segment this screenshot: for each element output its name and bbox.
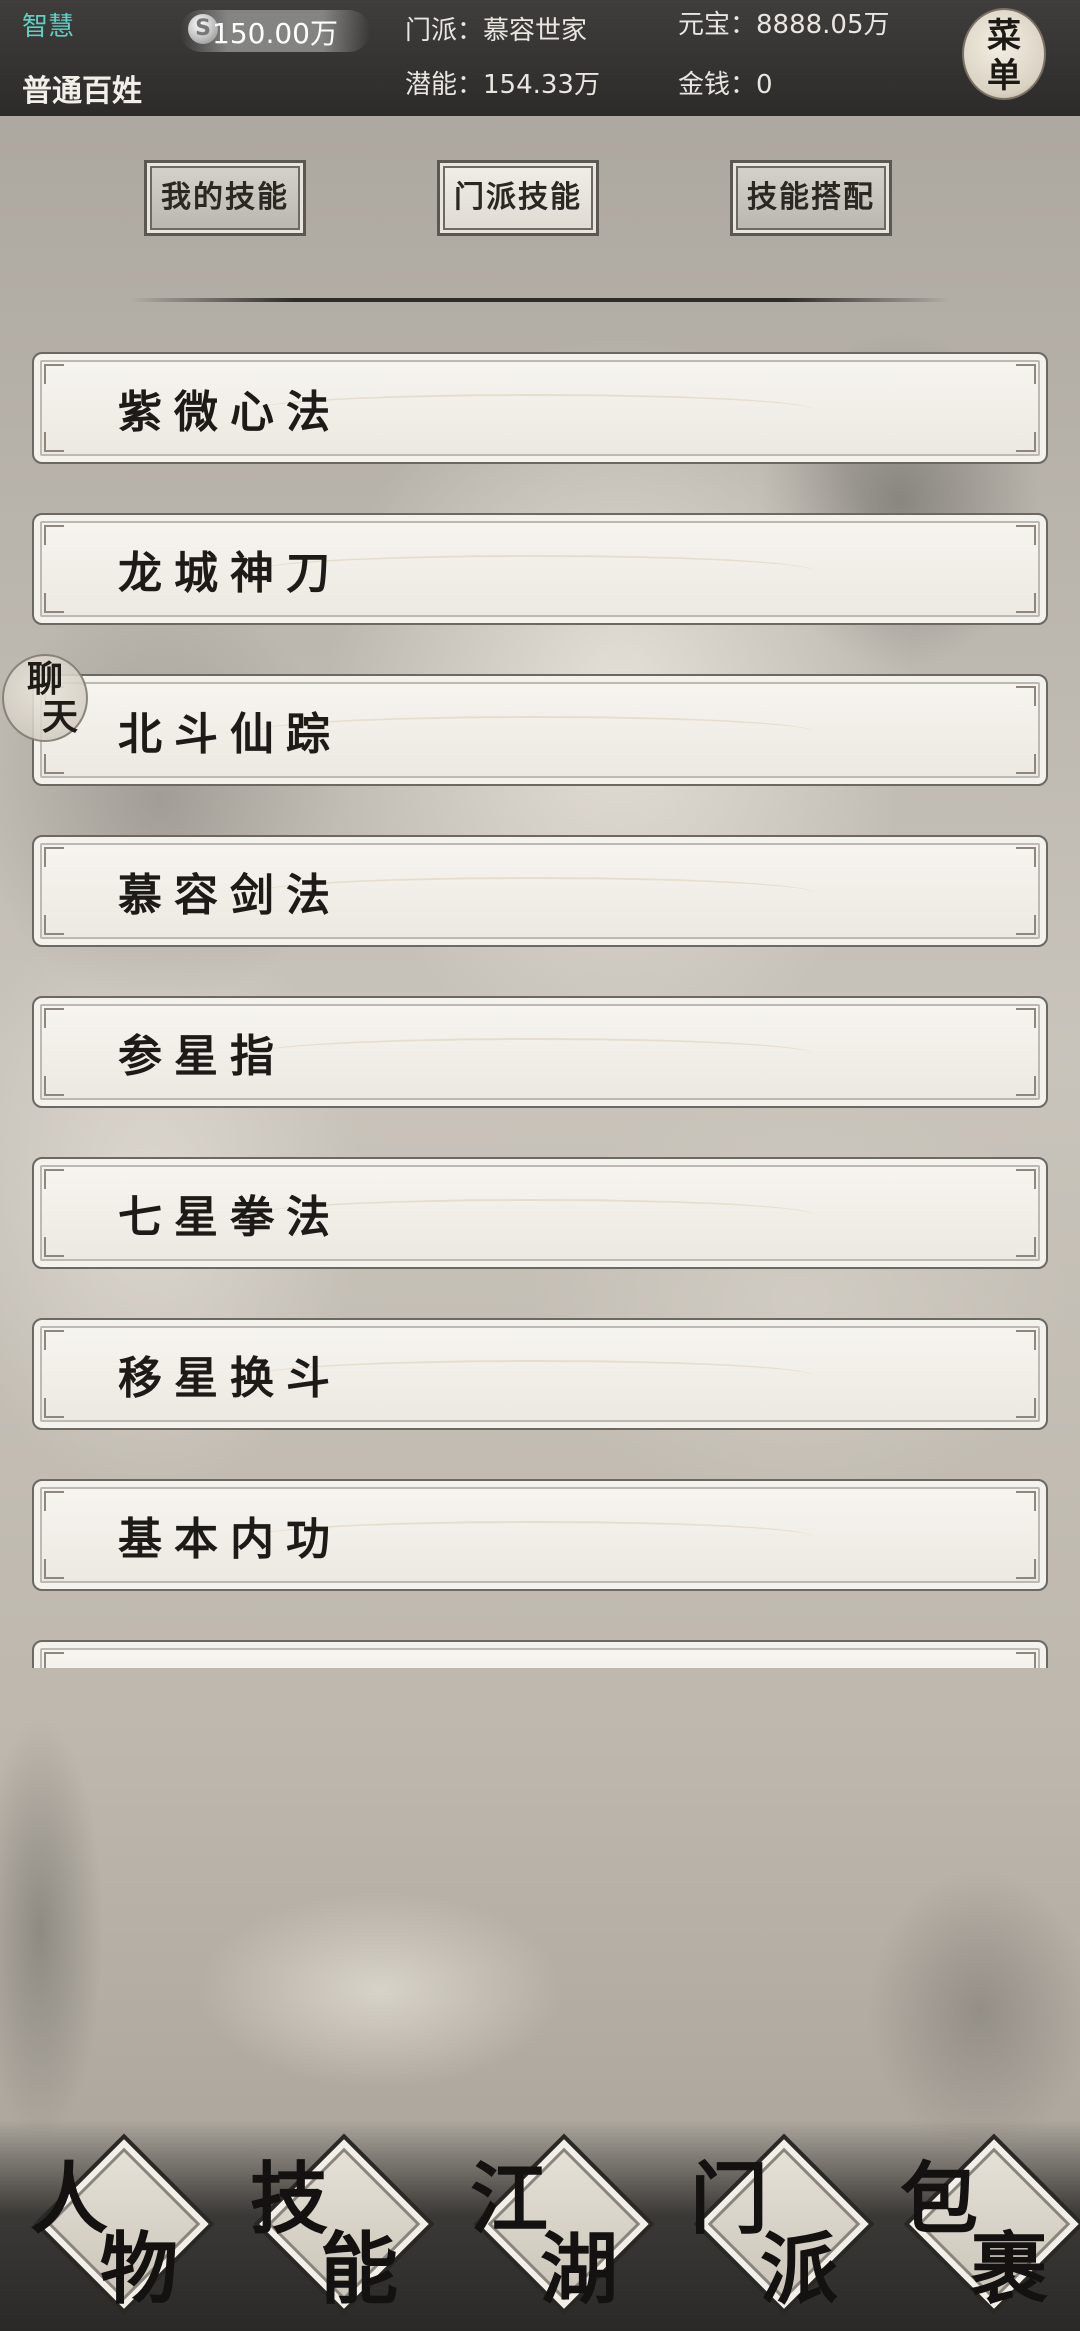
menu-label-2: 单 bbox=[987, 56, 1021, 96]
wisdom-label[interactable]: 智慧 bbox=[22, 6, 74, 43]
status-bar: 智慧 普通百姓 S 150.00万 门派：慕容世家 潜能：154.33万 元宝：… bbox=[0, 0, 1080, 116]
skill-item[interactable]: 慕容剑法 bbox=[32, 835, 1048, 947]
menu-button[interactable]: 菜 单 bbox=[962, 8, 1046, 100]
chat-label-1: 聊 bbox=[26, 658, 63, 700]
skill-item[interactable]: 紫微心法 bbox=[32, 352, 1048, 464]
potential-info: 潜能：154.33万 bbox=[405, 70, 600, 100]
nav-label-1: 人 bbox=[30, 2154, 109, 2245]
nav-label-1: 门 bbox=[690, 2154, 769, 2245]
skill-list[interactable]: 紫微心法 龙城神刀 北斗仙踪 慕容剑法 参星指 七星拳法 移星换斗 基本内功 bbox=[0, 340, 1080, 1668]
nav-label-1: 技 bbox=[250, 2154, 329, 2245]
tab-divider bbox=[130, 298, 950, 302]
menu-label-1: 菜 bbox=[987, 16, 1021, 56]
nav-jianghu[interactable]: 江 湖 bbox=[450, 2120, 655, 2320]
skill-name: 基本内功 bbox=[118, 1514, 342, 1565]
skill-name: 北斗仙踪 bbox=[118, 709, 342, 760]
silver-value: 150.00万 bbox=[212, 17, 338, 50]
skill-item[interactable]: 北斗仙踪 bbox=[32, 674, 1048, 786]
skill-item[interactable]: 七星拳法 bbox=[32, 1157, 1048, 1269]
nav-character[interactable]: 人 物 bbox=[10, 2120, 215, 2320]
nav-label-1: 江 bbox=[470, 2154, 549, 2245]
nav-label-2: 湖 bbox=[540, 2224, 619, 2315]
skill-name: 紫微心法 bbox=[118, 387, 342, 438]
chat-button[interactable]: 聊 天 bbox=[2, 654, 88, 742]
skill-item[interactable]: 龙城神刀 bbox=[32, 513, 1048, 625]
skill-name: 参星指 bbox=[118, 1031, 286, 1082]
nav-label-1: 包 bbox=[900, 2154, 979, 2245]
rank-title: 普通百姓 bbox=[22, 74, 142, 109]
skill-item[interactable]: 基本内功 bbox=[32, 1479, 1048, 1591]
skill-item[interactable] bbox=[32, 1640, 1048, 1668]
background-scenery bbox=[0, 1670, 1080, 2170]
money-info: 金钱：0 bbox=[678, 70, 773, 100]
tab-my-skills[interactable]: 我的技能 bbox=[144, 160, 306, 236]
skill-item[interactable]: 参星指 bbox=[32, 996, 1048, 1108]
nav-inventory[interactable]: 包 裹 bbox=[880, 2120, 1080, 2320]
nav-sect[interactable]: 门 派 bbox=[670, 2120, 875, 2320]
sect-info: 门派：慕容世家 bbox=[405, 16, 588, 46]
nav-skills[interactable]: 技 能 bbox=[230, 2120, 435, 2320]
tab-skill-combo[interactable]: 技能搭配 bbox=[730, 160, 892, 236]
nav-label-2: 派 bbox=[760, 2224, 839, 2315]
skill-name: 慕容剑法 bbox=[118, 870, 342, 921]
nav-label-2: 物 bbox=[100, 2224, 179, 2315]
skill-item[interactable]: 移星换斗 bbox=[32, 1318, 1048, 1430]
yuanbao-info: 元宝：8888.05万 bbox=[678, 10, 890, 40]
skill-name: 龙城神刀 bbox=[118, 548, 342, 599]
skill-name: 移星换斗 bbox=[118, 1353, 342, 1404]
nav-label-2: 裹 bbox=[970, 2224, 1049, 2315]
skill-name: 七星拳法 bbox=[118, 1192, 342, 1243]
tab-sect-skills[interactable]: 门派技能 bbox=[437, 160, 599, 236]
chat-label-2: 天 bbox=[41, 696, 78, 738]
nav-label-2: 能 bbox=[320, 2224, 399, 2315]
